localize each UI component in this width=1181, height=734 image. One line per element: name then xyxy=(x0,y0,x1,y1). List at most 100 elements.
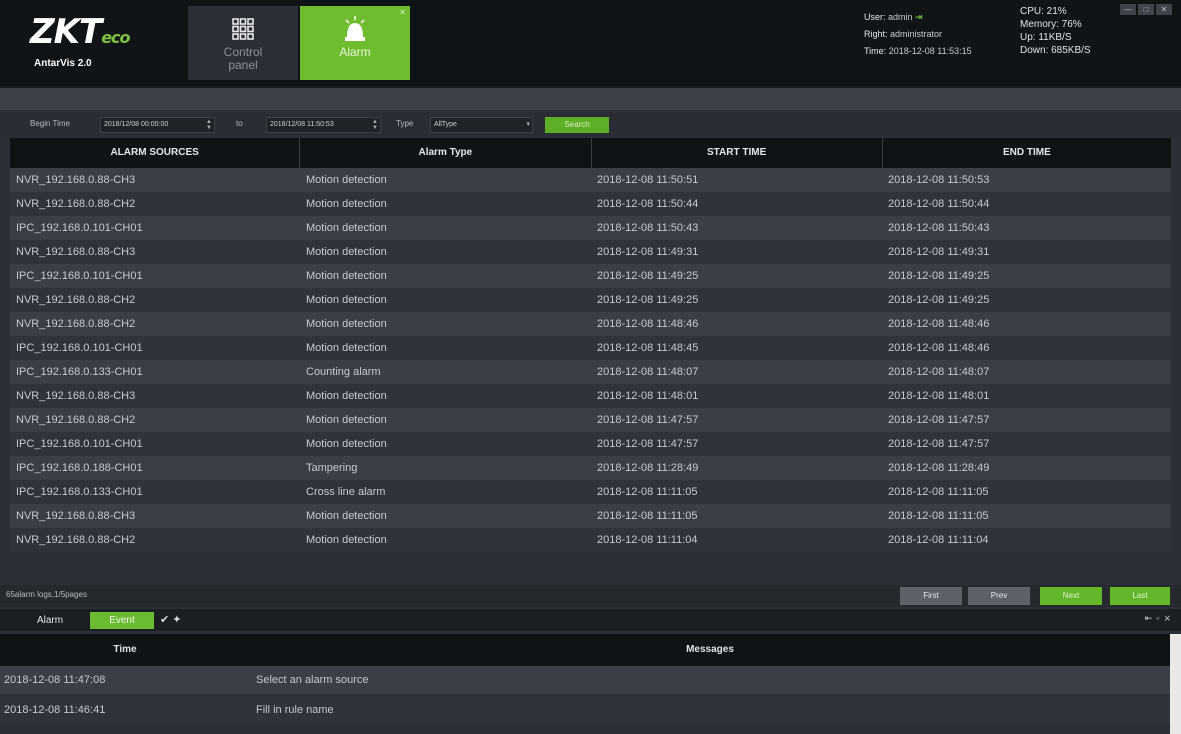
cell-start-time: 2018-12-08 11:49:31 xyxy=(597,246,699,258)
time-value: 2018-12-08 11:53:15 xyxy=(888,46,972,56)
cell-start-time: 2018-12-08 11:47:57 xyxy=(597,414,699,426)
col-start-time[interactable]: START TIME xyxy=(592,138,883,168)
cell-start-time: 2018-12-08 11:48:01 xyxy=(597,390,699,402)
panel-controls: ⇤▫⨯ xyxy=(1145,613,1175,624)
cell-start-time: 2018-12-08 11:48:46 xyxy=(597,318,699,330)
minimize-icon[interactable]: — xyxy=(1120,4,1136,15)
close-icon[interactable]: ✕ xyxy=(399,8,406,17)
col-messages[interactable]: Messages xyxy=(250,634,1170,666)
col-end-time[interactable]: END TIME xyxy=(883,138,1171,168)
window-close-icon[interactable]: ✕ xyxy=(1156,4,1172,15)
cell-start-time: 2018-12-08 11:11:05 xyxy=(597,510,698,522)
cell-end-time: 2018-12-08 11:28:49 xyxy=(888,462,990,474)
table-row[interactable]: NVR_192.168.0.88-CH3 Motion detection 2018… xyxy=(10,504,1171,528)
table-row[interactable]: NVR_192.168.0.88-CH3 Motion detection 2018… xyxy=(10,168,1171,192)
cell-end-time: 2018-12-08 11:49:25 xyxy=(888,294,990,306)
dock-icon[interactable]: ⇤ xyxy=(1145,613,1157,623)
tab-alarm[interactable]: Alarm xyxy=(20,612,80,629)
dropdown-icon[interactable]: ▾ xyxy=(526,121,530,128)
table-row[interactable]: NVR_192.168.0.88-CH3 Motion detection 2018… xyxy=(10,240,1171,264)
table-row[interactable]: NVR_192.168.0.88-CH2 Motion detection 2018… xyxy=(10,312,1171,336)
cell-event-time: 2018-12-08 11:47:08 xyxy=(4,674,106,686)
panel-close-icon[interactable]: ⨯ xyxy=(1163,613,1175,623)
alarm-light-icon xyxy=(300,14,410,44)
begin-time-input[interactable]: 2018/12/08 00:00:00 ▲ ▼ xyxy=(100,117,215,133)
table-row[interactable]: IPC_192.168.0.101-CH01 Motion detection 20… xyxy=(10,432,1171,456)
table-row[interactable]: IPC_192.168.0.101-CH01 Motion detection 20… xyxy=(10,264,1171,288)
cell-end-time: 2018-12-08 11:11:05 xyxy=(888,510,989,522)
col-alarm-type[interactable]: Alarm Type xyxy=(300,138,592,168)
alarm-button[interactable]: ✕ Alarm xyxy=(300,6,410,80)
cell-alarm-source: NVR_192.168.0.88-CH2 xyxy=(16,414,136,426)
cell-start-time: 2018-12-08 11:11:04 xyxy=(597,534,698,546)
search-button[interactable]: Search xyxy=(545,117,609,133)
next-page-button[interactable]: Next xyxy=(1040,587,1102,605)
event-row[interactable]: 2018-12-08 11:46:41 Fill in rule name xyxy=(0,696,1170,724)
cell-end-time: 2018-12-08 11:50:43 xyxy=(888,222,990,234)
pin-icon[interactable]: ✔ ✦ xyxy=(160,612,182,629)
cell-alarm-source: IPC_192.168.0.101-CH01 xyxy=(16,342,143,354)
cell-end-time: 2018-12-08 11:50:44 xyxy=(888,198,990,210)
header: ZKTeco AntarVis 2.0 Control panel ✕ Alar… xyxy=(0,0,1181,88)
cell-alarm-type: Motion detection xyxy=(306,294,387,306)
cell-alarm-type: Motion detection xyxy=(306,270,387,282)
spinner-icon[interactable]: ▲ ▼ xyxy=(372,119,378,131)
cell-alarm-type: Motion detection xyxy=(306,390,387,402)
cell-start-time: 2018-12-08 11:49:25 xyxy=(597,270,699,282)
alarm-label: Alarm xyxy=(339,45,371,59)
first-page-button[interactable]: First xyxy=(900,587,962,605)
cell-alarm-type: Motion detection xyxy=(306,342,387,354)
cell-alarm-type: Counting alarm xyxy=(306,366,381,378)
spinner-icon[interactable]: ▲ ▼ xyxy=(206,119,212,131)
table-row[interactable]: IPC_192.168.0.188-CH01 Tampering 2018-12-0… xyxy=(10,456,1171,480)
cell-alarm-source: NVR_192.168.0.88-CH3 xyxy=(16,174,136,186)
cell-end-time: 2018-12-08 11:48:46 xyxy=(888,318,990,330)
table-row[interactable]: NVR_192.168.0.88-CH2 Motion detection 2018… xyxy=(10,408,1171,432)
cell-alarm-type: Motion detection xyxy=(306,510,387,522)
cell-end-time: 2018-12-08 11:48:46 xyxy=(888,342,990,354)
table-header: ALARM SOURCES Alarm Type START TIME END … xyxy=(10,138,1171,168)
cell-start-time: 2018-12-08 11:50:43 xyxy=(597,222,699,234)
cell-alarm-type: Cross line alarm xyxy=(306,486,386,498)
cell-alarm-source: NVR_192.168.0.88-CH2 xyxy=(16,534,136,546)
cell-alarm-type: Motion detection xyxy=(306,318,387,330)
tab-event[interactable]: Event xyxy=(90,612,154,629)
cell-alarm-source: NVR_192.168.0.88-CH3 xyxy=(16,246,136,258)
table-body: NVR_192.168.0.88-CH3 Motion detection 2018… xyxy=(10,168,1171,552)
cell-alarm-type: Motion detection xyxy=(306,534,387,546)
filter-bar: Begin Time 2018/12/08 00:00:00 ▲ ▼ to 201… xyxy=(0,112,1181,138)
table-row[interactable]: NVR_192.168.0.88-CH2 Motion detection 2018… xyxy=(10,288,1171,312)
alarm-app: ZKTeco AntarVis 2.0 Control panel ✕ Alar… xyxy=(0,0,1181,734)
cell-event-time: 2018-12-08 11:46:41 xyxy=(4,704,106,716)
end-time-input[interactable]: 2018/12/08 11:50:53 ▲ ▼ xyxy=(266,117,381,133)
table-row[interactable]: IPC_192.168.0.133-CH01 Cross line alarm 20… xyxy=(10,480,1171,504)
table-row[interactable]: NVR_192.168.0.88-CH3 Motion detection 2018… xyxy=(10,384,1171,408)
table-row[interactable]: IPC_192.168.0.133-CH01 Counting alarm 2018… xyxy=(10,360,1171,384)
cell-end-time: 2018-12-08 11:48:01 xyxy=(888,390,990,402)
table-row[interactable]: NVR_192.168.0.88-CH2 Motion detection 2018… xyxy=(10,192,1171,216)
prev-page-button[interactable]: Prev xyxy=(968,587,1030,605)
table-row[interactable]: NVR_192.168.0.88-CH2 Motion detection 2018… xyxy=(10,528,1171,552)
cell-event-message: Select an alarm source xyxy=(256,674,369,686)
logout-icon[interactable]: ⇥ xyxy=(915,12,923,22)
cell-alarm-source: NVR_192.168.0.88-CH3 xyxy=(16,510,136,522)
table-row[interactable]: IPC_192.168.0.101-CH01 Motion detection 20… xyxy=(10,336,1171,360)
memory-stat: Memory: 76% xyxy=(1020,19,1082,30)
cell-end-time: 2018-12-08 11:47:57 xyxy=(888,438,990,450)
maximize-icon[interactable]: □ xyxy=(1138,4,1154,15)
col-time[interactable]: Time xyxy=(0,634,250,666)
scrollbar[interactable] xyxy=(1170,634,1181,734)
right-value: administrator xyxy=(890,29,943,39)
last-page-button[interactable]: Last xyxy=(1110,587,1170,605)
event-row[interactable]: 2018-12-08 11:47:08 Select an alarm sourc… xyxy=(0,666,1170,694)
table-row[interactable]: IPC_192.168.0.101-CH01 Motion detection 20… xyxy=(10,216,1171,240)
cell-start-time: 2018-12-08 11:11:05 xyxy=(597,486,698,498)
type-select[interactable]: AllType ▾ xyxy=(430,117,533,133)
lower-tabs: Alarm Event ✔ ✦ ⇤▫⨯ xyxy=(0,609,1181,631)
control-panel-button[interactable]: Control panel xyxy=(188,6,298,80)
cell-alarm-type: Motion detection xyxy=(306,198,387,210)
user-info: User: admin ⇥ Right: administrator Time:… xyxy=(864,9,972,60)
cell-end-time: 2018-12-08 11:49:31 xyxy=(888,246,990,258)
to-label: to xyxy=(236,119,243,128)
col-alarm-sources[interactable]: ALARM SOURCES xyxy=(10,138,301,168)
